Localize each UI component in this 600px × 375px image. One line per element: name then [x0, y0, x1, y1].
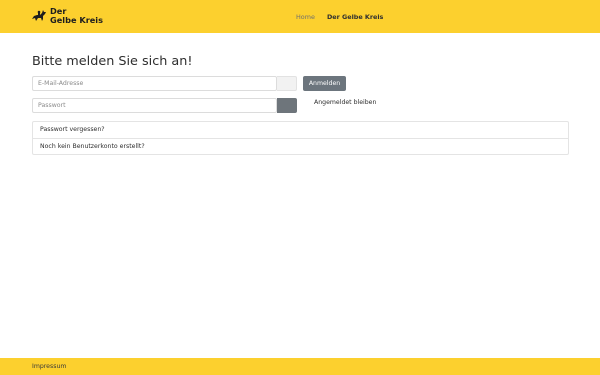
top-navbar: Der Gelbe Kreis Home Der Gelbe Kreis [0, 0, 600, 33]
email-input-addon [277, 76, 297, 91]
email-input[interactable]: E-Mail-Adresse [32, 76, 277, 91]
page-title: Bitte melden Sie sich an! [32, 54, 193, 69]
nav-home-link[interactable]: Home [296, 13, 315, 21]
horse-rider-icon [32, 10, 46, 21]
logo-text: Der Gelbe Kreis [50, 7, 120, 24]
remember-me-label[interactable]: Angemeldet bleiben [314, 99, 376, 106]
register-link[interactable]: Noch kein Benutzerkonto erstellt? [33, 138, 568, 154]
impressum-link[interactable]: Impressum [32, 363, 66, 370]
show-password-toggle[interactable] [277, 98, 297, 113]
password-input[interactable]: Passwort [32, 98, 277, 113]
logo-line-2: Gelbe Kreis [50, 14, 103, 25]
forgot-password-link[interactable]: Passwort vergessen? [33, 122, 568, 138]
login-button[interactable]: Anmelden [303, 76, 346, 91]
nav-gelbe-kreis-link[interactable]: Der Gelbe Kreis [327, 13, 383, 21]
footer-bar: Impressum [0, 358, 600, 375]
account-links-list: Passwort vergessen? Noch kein Benutzerko… [32, 121, 569, 155]
